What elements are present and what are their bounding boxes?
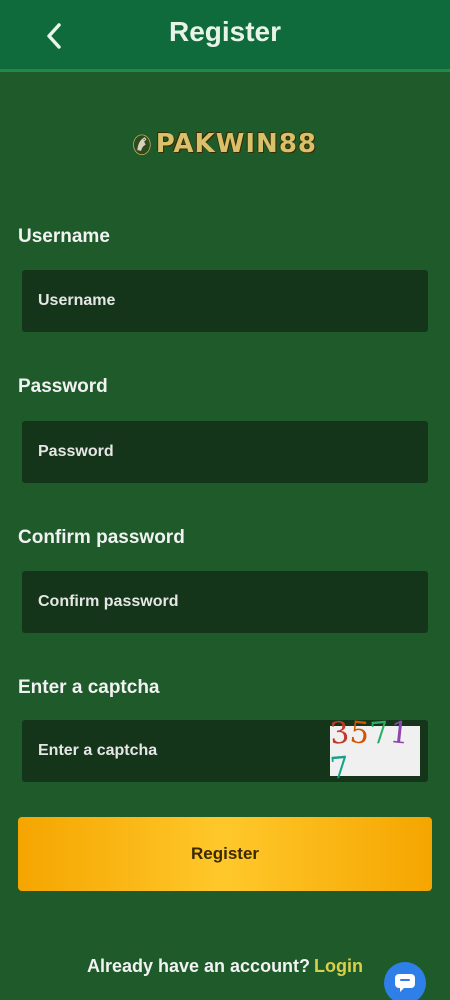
login-link[interactable]: Login (314, 956, 363, 976)
password-field-wrapper (22, 421, 428, 483)
chat-icon (395, 974, 415, 992)
captcha-code: 35717 (328, 715, 413, 787)
captcha-field-wrapper: 35717 (22, 715, 428, 787)
horse-icon (133, 134, 151, 156)
username-input[interactable] (22, 270, 428, 332)
confirm-password-field-wrapper (22, 571, 428, 633)
page-title: Register (168, 16, 282, 47)
password-label: Password (18, 376, 108, 397)
confirm-password-input[interactable] (22, 571, 428, 633)
chat-support-button[interactable] (384, 962, 426, 1000)
captcha-image[interactable]: 35717 (329, 715, 420, 787)
register-button[interactable]: Register (18, 817, 432, 891)
username-field-wrapper (22, 270, 428, 332)
login-prompt: Already have an account? Login (0, 956, 450, 977)
username-label: Username (18, 226, 110, 247)
confirm-password-label: Confirm password (18, 527, 185, 548)
brand-logo: PAKWIN88 (132, 110, 317, 178)
app-header: Register (0, 0, 450, 72)
password-input[interactable] (22, 421, 428, 483)
captcha-input[interactable] (22, 720, 332, 782)
login-prompt-text: Already have an account? (86, 956, 311, 976)
captcha-label: Enter a captcha (18, 677, 160, 698)
logo-text: PAKWIN88 (155, 129, 317, 159)
